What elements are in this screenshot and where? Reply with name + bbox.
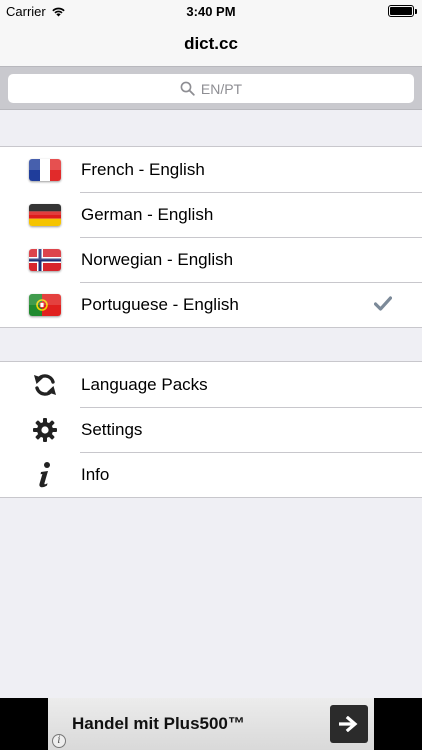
search-bar: EN/PT (0, 66, 422, 110)
nav-bar: dict.cc (0, 22, 422, 66)
language-label: French - English (81, 160, 205, 179)
ad-info-icon[interactable]: i (52, 734, 66, 748)
language-label: German - English (81, 205, 214, 224)
menu-item-label: Info (81, 465, 110, 484)
language-list: French - English German - English Norweg… (0, 146, 422, 328)
language-row-french[interactable]: French - English (0, 147, 422, 192)
checkmark-icon (374, 296, 392, 311)
refresh-icon (34, 373, 56, 396)
menu-item-label: Language Packs (81, 375, 208, 394)
arrow-right-icon (339, 716, 358, 732)
ad-arrow-button[interactable] (330, 705, 368, 743)
menu-item-language-packs[interactable]: Language Packs (0, 362, 422, 407)
status-time: 3:40 PM (186, 4, 236, 19)
menu-item-label: Settings (81, 420, 143, 439)
info-icon (39, 461, 50, 487)
search-placeholder: EN/PT (200, 80, 243, 97)
language-label: Norwegian - English (81, 250, 234, 269)
flag-norway-icon (29, 248, 61, 271)
page-title: dict.cc (184, 34, 238, 53)
flag-germany-icon (29, 203, 61, 226)
menu-list: Language Packs Settings Info (0, 361, 422, 498)
language-row-portuguese[interactable]: Portuguese - English (0, 282, 422, 327)
status-bar: Carrier 3:40 PM (0, 0, 422, 22)
language-row-german[interactable]: German - English (0, 192, 422, 237)
menu-item-info[interactable]: Info (0, 452, 422, 497)
flag-portugal-icon (29, 293, 61, 316)
ad-text: Handel mit Plus500™ (72, 714, 245, 733)
language-row-norwegian[interactable]: Norwegian - English (0, 237, 422, 282)
search-icon (180, 81, 195, 96)
search-input[interactable]: EN/PT (8, 74, 414, 103)
gear-icon (33, 417, 57, 442)
language-label: Portuguese - English (81, 295, 239, 314)
flag-france-icon (29, 158, 61, 181)
menu-item-settings[interactable]: Settings (0, 407, 422, 452)
battery-icon (388, 5, 417, 17)
